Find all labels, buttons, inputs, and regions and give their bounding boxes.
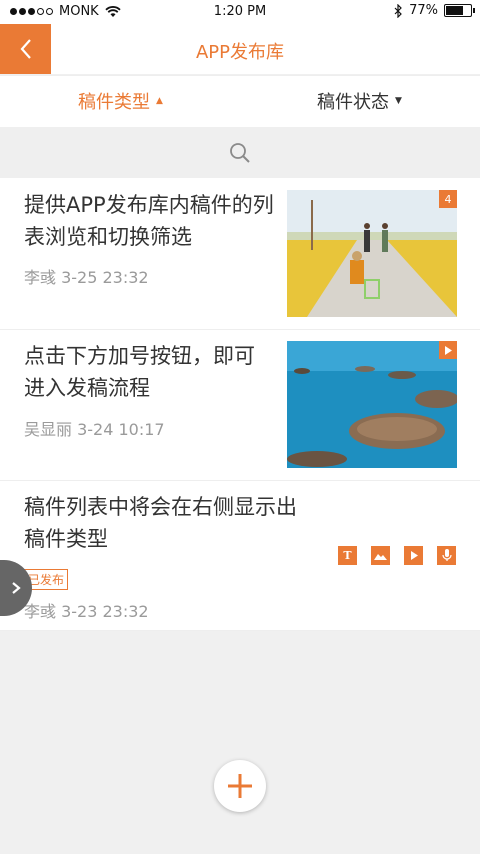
caret-up-icon: ▲ [156,96,163,106]
nav-bar: APP发布库 [0,24,480,74]
search-bar[interactable] [0,127,480,178]
manuscript-type-icons: T [338,546,456,565]
item-thumbnail [287,341,457,468]
photo-road-children [287,190,457,317]
item-thumbnail: 4 [287,190,457,317]
item-title: 稿件列表中将会在右侧显示出稿件类型 [24,495,297,551]
image-count-badge: 4 [439,190,457,208]
status-bar: MONK 1:20 PM 77% [0,0,480,24]
item-title: 提供APP发布库内稿件的列表浏览和切换筛选 [24,193,274,249]
bluetooth-icon [394,3,402,18]
item-meta: 李彧 3-23 23:32 [24,602,149,621]
tab-label: 稿件类型 [78,92,150,113]
search-icon [230,142,250,163]
tab-label: 稿件状态 [317,92,389,113]
image-icon [371,546,390,565]
filter-tabs: 稿件类型 ▲ 稿件状态 ▼ [0,75,480,127]
plus-icon [228,774,252,798]
audio-icon [437,546,456,565]
add-manuscript-button[interactable] [214,760,266,812]
text-icon: T [338,546,357,565]
list-item[interactable]: 点击下方加号按钮，即可进入发稿流程 吴显丽 3-24 10:17 [0,330,480,481]
photo-islands [287,341,457,468]
item-meta: 李彧 3-25 23:32 [24,268,149,287]
status-right: 77% [394,3,475,18]
item-meta: 吴显丽 3-24 10:17 [24,420,165,439]
list-item[interactable]: 提供APP发布库内稿件的列表浏览和切换筛选 李彧 3-25 23:32 4 [0,178,480,330]
tab-manuscript-status[interactable]: 稿件状态 ▼ [317,88,402,114]
chevron-right-icon [12,582,21,594]
caret-down-icon: ▼ [395,96,402,106]
page-title: APP发布库 [195,42,285,63]
battery-icon [444,4,475,17]
list-item[interactable]: 稿件列表中将会在右侧显示出稿件类型 已发布 李彧 3-23 23:32 T [0,481,480,631]
item-title: 点击下方加号按钮，即可进入发稿流程 [24,344,255,400]
tab-manuscript-type[interactable]: 稿件类型 ▲ [78,88,163,114]
play-icon [445,345,452,355]
battery-percent: 77% [409,3,438,18]
video-badge [439,341,457,359]
video-icon [404,546,423,565]
